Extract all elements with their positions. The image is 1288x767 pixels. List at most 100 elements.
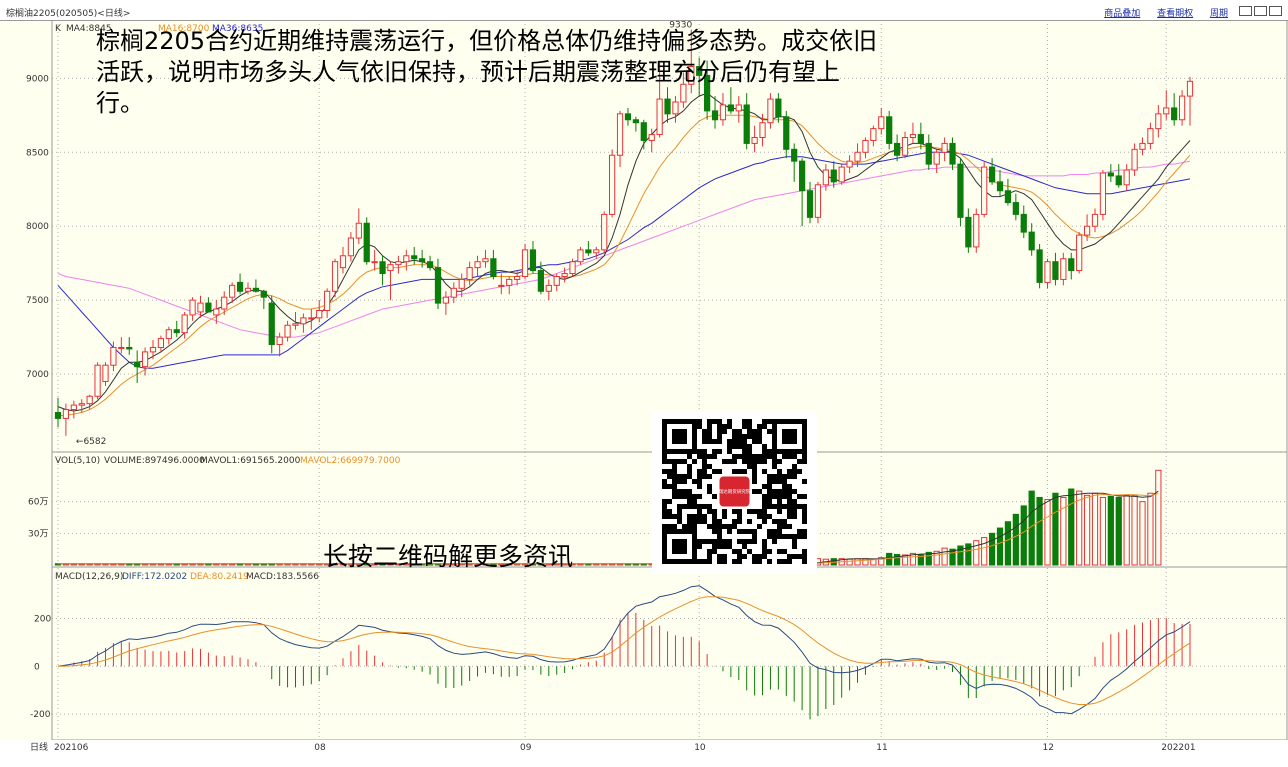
volume-bar <box>981 537 988 566</box>
qr-module <box>712 494 717 499</box>
volume-bar <box>846 558 853 566</box>
qr-module <box>747 444 752 449</box>
qr-module <box>752 429 757 434</box>
qr-module <box>777 549 782 554</box>
qr-module <box>762 544 767 549</box>
volume-bar <box>1099 496 1107 566</box>
qr-module <box>682 494 687 499</box>
qr-module <box>742 424 747 429</box>
qr-module <box>672 474 677 479</box>
qr-module <box>707 554 712 559</box>
candle-body <box>244 287 252 292</box>
candle-body <box>1123 169 1130 186</box>
qr-module <box>802 549 807 554</box>
candle-body <box>854 151 861 162</box>
qr-module <box>717 449 722 454</box>
qr-module <box>682 479 687 484</box>
qr-module <box>747 459 752 464</box>
qr-module <box>687 494 692 499</box>
x-tick-label: 202106 <box>54 743 89 753</box>
qr-module <box>782 524 787 529</box>
qr-module <box>717 424 722 429</box>
qr-module <box>797 494 802 499</box>
qr-module <box>777 469 782 474</box>
qr-module <box>692 459 697 464</box>
price-ma1-line <box>57 92 1191 412</box>
macd-dea-line <box>57 596 1191 705</box>
qr-module <box>717 434 722 439</box>
qr-module <box>762 514 767 519</box>
qr-module <box>732 434 737 439</box>
qr-module <box>747 449 752 454</box>
candle-body <box>450 287 457 298</box>
link-view-options[interactable]: 查看期权 <box>1157 9 1193 19</box>
volume-bar <box>1004 521 1012 566</box>
qr-module <box>712 524 717 529</box>
qr-module <box>702 464 707 469</box>
candle-body <box>1163 107 1170 115</box>
qr-module <box>712 544 717 549</box>
qr-module <box>767 489 772 494</box>
qr-module <box>737 454 742 459</box>
qr-module <box>712 519 717 524</box>
candle-body <box>70 404 77 411</box>
candle-body <box>403 255 410 263</box>
qr-module <box>717 524 722 529</box>
qr-module <box>777 474 782 479</box>
qr-module <box>702 539 707 544</box>
qr-module <box>787 514 792 519</box>
qr-module <box>662 504 667 509</box>
qr-module <box>672 484 677 489</box>
qr-module <box>707 549 712 554</box>
volume-bar <box>1123 494 1130 566</box>
qr-module <box>732 549 737 554</box>
link-period[interactable]: 周期 <box>1210 9 1228 19</box>
qr-module <box>762 449 767 454</box>
qr-code[interactable]: 瑞达期货研究院 <box>652 411 817 573</box>
qr-module <box>762 484 767 489</box>
qr-module <box>702 429 707 434</box>
qr-module <box>687 474 692 479</box>
qr-module <box>707 559 712 564</box>
candle-body <box>1091 213 1099 227</box>
candle-body <box>1115 175 1122 186</box>
qr-module <box>782 504 787 509</box>
window-button-1[interactable] <box>1239 6 1252 16</box>
qr-module <box>802 559 807 564</box>
candle-body <box>347 237 355 257</box>
candle-body <box>134 361 141 368</box>
qr-module <box>717 519 722 524</box>
link-commodity-overlay[interactable]: 商品叠加 <box>1104 9 1140 19</box>
candle-body <box>379 261 386 275</box>
qr-code-image: 瑞达期货研究院 <box>652 411 817 573</box>
qr-module <box>722 509 727 514</box>
qr-module <box>752 509 757 514</box>
candle-body <box>1083 225 1091 236</box>
qr-module <box>747 419 752 424</box>
volume-bar <box>1131 494 1138 566</box>
candle-body <box>593 249 600 254</box>
qr-module <box>717 559 722 564</box>
qr-module <box>777 504 782 509</box>
candle-body <box>442 296 450 304</box>
window-button-2[interactable] <box>1254 6 1267 16</box>
qr-module <box>752 469 757 474</box>
candle-body <box>419 258 426 263</box>
qr-module <box>677 519 682 524</box>
qr-module <box>792 504 797 509</box>
candle-body <box>197 302 204 313</box>
qr-module <box>767 514 772 519</box>
candle-body <box>640 122 647 141</box>
qr-module <box>762 499 767 504</box>
chart-title: 棕榈油2205(020505)<日线> <box>6 9 131 19</box>
qr-module <box>662 454 667 459</box>
candle-body <box>300 317 307 325</box>
window-button-3[interactable] <box>1269 6 1282 16</box>
qr-module <box>667 509 672 514</box>
qr-module <box>707 489 712 494</box>
candle-body <box>371 261 378 264</box>
candle-body <box>189 299 196 316</box>
qr-module <box>772 519 777 524</box>
candle-body <box>553 275 560 286</box>
candle-body <box>252 287 260 292</box>
